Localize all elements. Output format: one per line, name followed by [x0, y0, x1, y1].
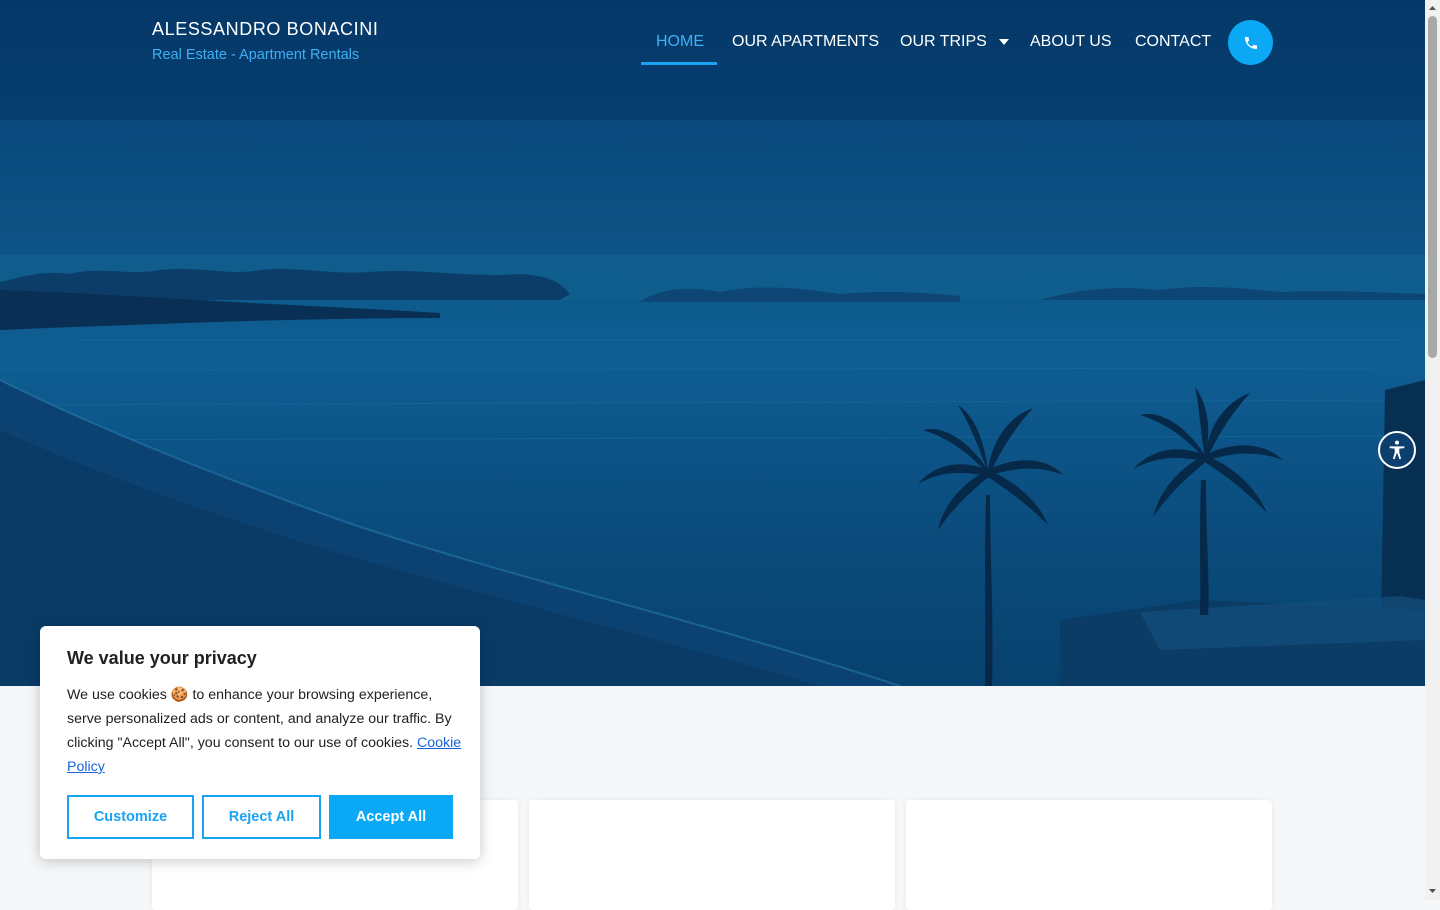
nav-home[interactable]: HOME [656, 33, 704, 53]
brand-tagline: Real Estate - Apartment Rentals [152, 47, 360, 63]
accessibility-icon [1389, 440, 1405, 460]
nav-our-trips[interactable]: OUR TRIPS [900, 33, 1010, 53]
hero-image [0, 0, 1425, 686]
nav-our-apartments[interactable]: OUR APARTMENTS [732, 33, 879, 53]
site-header: ALESSANDRO BONACINI Real Estate - Apartm… [0, 0, 1425, 90]
scroll-down-arrow-icon[interactable] [1428, 886, 1437, 896]
phone-icon [1244, 36, 1257, 49]
customize-button[interactable]: Customize [67, 795, 194, 839]
apartment-card[interactable] [529, 800, 895, 910]
nav-about-us[interactable]: ABOUT US [1030, 33, 1112, 53]
cookie-consent-banner: We value your privacy We use cookies 🍪 t… [40, 626, 480, 859]
accept-all-button[interactable]: Accept All [329, 795, 453, 839]
accessibility-button[interactable] [1378, 431, 1416, 469]
cookie-banner-text: We use cookies 🍪 to enhance your browsin… [67, 683, 462, 779]
nav-our-trips-label: OUR TRIPS [900, 33, 987, 50]
nav-contact[interactable]: CONTACT [1135, 33, 1211, 53]
brand-name[interactable]: ALESSANDRO BONACINI [152, 19, 378, 40]
scroll-up-arrow-icon[interactable] [1428, 3, 1437, 13]
hero-banner: ALESSANDRO BONACINI Real Estate - Apartm… [0, 0, 1425, 686]
page-scrollbar[interactable] [1425, 0, 1440, 900]
reject-all-button[interactable]: Reject All [202, 795, 321, 839]
nav-active-underline [641, 62, 717, 65]
cookie-text-before-emoji: We use cookies [67, 687, 171, 703]
chevron-down-icon [999, 38, 1010, 45]
cookie-emoji: 🍪 [170, 687, 189, 703]
scrollbar-thumb[interactable] [1428, 16, 1437, 358]
phone-button[interactable] [1228, 20, 1273, 65]
cookie-banner-title: We value your privacy [67, 648, 257, 668]
apartment-card[interactable] [906, 800, 1272, 910]
